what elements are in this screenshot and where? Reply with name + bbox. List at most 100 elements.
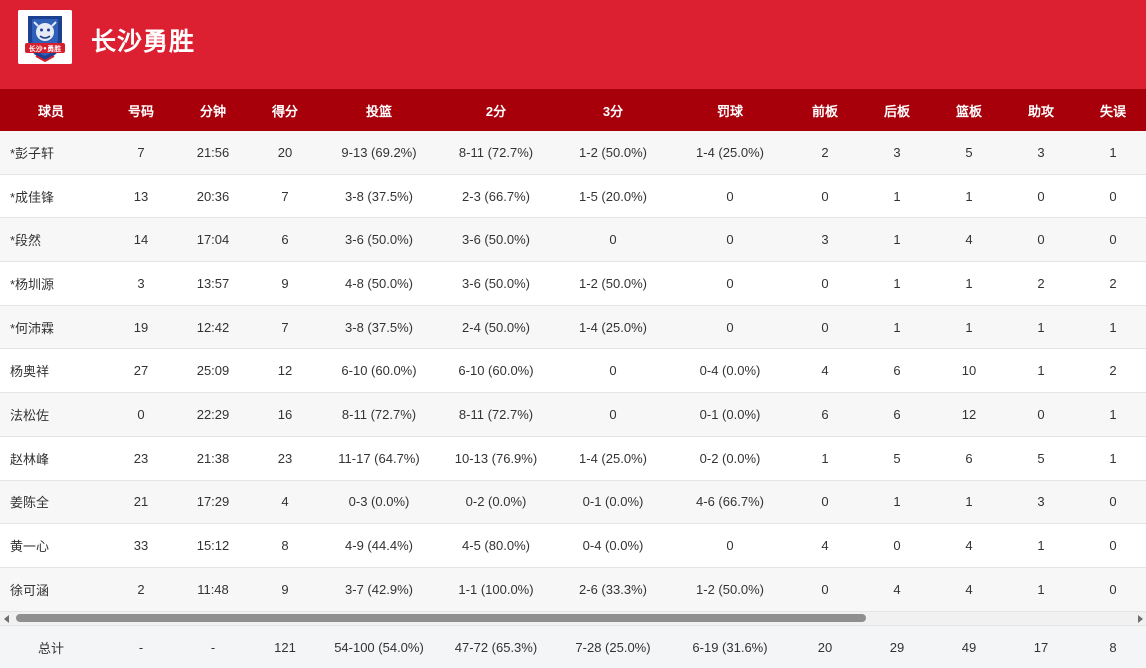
stat-cell-ft: 0 <box>726 188 734 204</box>
total-def-reb: 29 <box>889 639 905 655</box>
stat-cell-assists: 3 <box>1037 494 1045 510</box>
stat-cell-two-pt: 1-1 (100.0%) <box>458 581 534 597</box>
scrollbar-thumb[interactable] <box>16 614 866 622</box>
stat-cell-rebounds: 4 <box>965 581 973 597</box>
stat-cell-turnovers: 1 <box>1109 144 1117 160</box>
stat-cell-turnovers: 2 <box>1109 275 1117 291</box>
stat-cell-three-pt: 0-4 (0.0%) <box>582 538 644 554</box>
stat-cell-def-reb: 1 <box>893 319 901 335</box>
team-title: 长沙勇胜 <box>91 28 196 56</box>
column-header-ft: 罚球 <box>716 103 743 119</box>
lion-logo-icon: 长沙•勇胜 <box>18 10 72 64</box>
table-row: 姜陈全 21 17:29 4 0-3 (0.0%) 0-2 (0.0%) 0-1 (0.0%… <box>0 480 1146 525</box>
stat-cell-two-pt: 6-10 (60.0%) <box>458 363 534 379</box>
stat-cell-off-reb: 0 <box>821 581 829 597</box>
player-name: 姜陈全 <box>10 495 50 511</box>
stat-cell-three-pt: 2-6 (33.3%) <box>579 581 647 597</box>
table-row: *彭子轩 7 21:56 20 9-13 (69.2%) 8-11 (72.7%) 1-2 … <box>0 131 1146 175</box>
stat-cell-rebounds: 4 <box>965 538 973 554</box>
column-header-off-reb: 前板 <box>811 103 838 119</box>
stat-cell-assists: 0 <box>1037 232 1045 248</box>
stat-cell-number: 13 <box>133 188 149 204</box>
stat-cell-minutes: 22:29 <box>196 407 230 423</box>
stat-cell-off-reb: 2 <box>821 144 829 160</box>
scroll-left-arrow-icon[interactable] <box>0 612 13 625</box>
table-row: 杨奥祥 27 25:09 12 6-10 (60.0%) 6-10 (60.0%) 0 0-4… <box>0 349 1146 394</box>
stat-cell-ft: 4-6 (66.7%) <box>696 494 764 510</box>
stat-cell-three-pt: 1-2 (50.0%) <box>579 275 647 291</box>
stat-cell-fg: 3-8 (37.5%) <box>345 188 413 204</box>
stat-cell-assists: 0 <box>1037 188 1045 204</box>
stat-cell-off-reb: 6 <box>821 407 829 423</box>
column-header-turnovers: 失误 <box>1099 103 1126 119</box>
stat-cell-turnovers: 1 <box>1109 407 1117 423</box>
stat-cell-off-reb: 4 <box>821 363 829 379</box>
stat-cell-minutes: 25:09 <box>196 363 230 379</box>
stat-cell-def-reb: 1 <box>893 275 901 291</box>
stat-cell-ft: 0 <box>726 275 734 291</box>
stat-cell-ft: 0 <box>726 538 734 554</box>
stat-cell-number: 3 <box>137 275 145 291</box>
stat-cell-fg: 3-6 (50.0%) <box>345 232 413 248</box>
stat-cell-two-pt: 8-11 (72.7%) <box>458 407 534 423</box>
stat-cell-minutes: 17:04 <box>196 232 230 248</box>
stat-cell-three-pt: 1-4 (25.0%) <box>579 450 647 466</box>
stat-cell-fg: 11-17 (64.7%) <box>338 450 420 466</box>
totals-row: 总计 - - 121 54-100 (54.0%) 47-72 (65.3%) 7-28 (… <box>0 625 1146 668</box>
stat-cell-points: 20 <box>277 144 293 160</box>
stat-cell-ft: 0 <box>726 319 734 335</box>
column-header-points: 得分 <box>271 103 298 119</box>
stat-cell-three-pt: 0 <box>609 407 617 423</box>
stat-cell-rebounds: 1 <box>965 319 973 335</box>
column-header-three-pt: 3分 <box>602 103 624 119</box>
stat-cell-off-reb: 4 <box>821 538 829 554</box>
column-header-def-reb: 后板 <box>883 103 910 119</box>
stat-cell-two-pt: 2-4 (50.0%) <box>462 319 530 335</box>
stat-cell-rebounds: 1 <box>965 494 973 510</box>
stat-cell-fg: 8-11 (72.7%) <box>341 407 417 423</box>
stat-cell-minutes: 12:42 <box>196 319 230 335</box>
stat-cell-off-reb: 1 <box>821 450 829 466</box>
stat-cell-ft: 0-1 (0.0%) <box>699 407 761 423</box>
total-two-pt: 47-72 (65.3%) <box>454 639 538 655</box>
stat-cell-turnovers: 0 <box>1109 581 1117 597</box>
stat-cell-rebounds: 4 <box>965 232 973 248</box>
total-points: 121 <box>274 639 296 655</box>
stat-cell-minutes: 21:56 <box>196 144 230 160</box>
stat-cell-three-pt: 0 <box>609 232 617 248</box>
stat-cell-rebounds: 10 <box>961 363 977 379</box>
total-ft: 6-19 (31.6%) <box>692 639 768 655</box>
stat-cell-turnovers: 1 <box>1109 319 1117 335</box>
table-row: 徐可涵 2 11:48 9 3-7 (42.9%) 1-1 (100.0%) 2-6 (33… <box>0 568 1146 612</box>
stat-cell-minutes: 13:57 <box>196 275 230 291</box>
stats-table-header: 球员 号码 分钟 得分 投篮 2分 3分 罚球 前板 后板 篮板 助攻 失误 <box>0 89 1146 131</box>
stat-cell-off-reb: 3 <box>821 232 829 248</box>
stat-cell-number: 7 <box>137 144 145 160</box>
total-off-reb: 20 <box>817 639 833 655</box>
stat-cell-two-pt: 4-5 (80.0%) <box>462 538 530 554</box>
column-header-minutes: 分钟 <box>199 103 226 119</box>
stat-cell-assists: 3 <box>1037 144 1045 160</box>
logo-lettering: 长沙•勇胜 <box>29 44 61 53</box>
column-header-two-pt: 2分 <box>485 103 507 119</box>
stat-cell-def-reb: 3 <box>893 144 901 160</box>
stat-cell-points: 16 <box>277 407 293 423</box>
stat-cell-turnovers: 0 <box>1109 232 1117 248</box>
stat-cell-points: 4 <box>281 494 289 510</box>
total-three-pt: 7-28 (25.0%) <box>575 639 651 655</box>
stat-cell-points: 9 <box>281 275 289 291</box>
stat-cell-def-reb: 5 <box>893 450 901 466</box>
stat-cell-minutes: 21:38 <box>196 450 230 466</box>
stat-cell-three-pt: 0-1 (0.0%) <box>582 494 644 510</box>
stat-cell-fg: 0-3 (0.0%) <box>348 494 410 510</box>
total-assists: 17 <box>1033 639 1049 655</box>
stat-cell-ft: 0 <box>726 232 734 248</box>
player-name: *成佳锋 <box>10 189 55 205</box>
stat-cell-def-reb: 1 <box>893 494 901 510</box>
stat-cell-number: 14 <box>133 232 149 248</box>
stat-cell-three-pt: 1-4 (25.0%) <box>579 319 647 335</box>
player-name: *彭子轩 <box>10 145 55 161</box>
scroll-right-arrow-icon[interactable] <box>1133 612 1146 625</box>
stat-cell-turnovers: 0 <box>1109 188 1117 204</box>
player-name: 法松佐 <box>10 408 50 424</box>
